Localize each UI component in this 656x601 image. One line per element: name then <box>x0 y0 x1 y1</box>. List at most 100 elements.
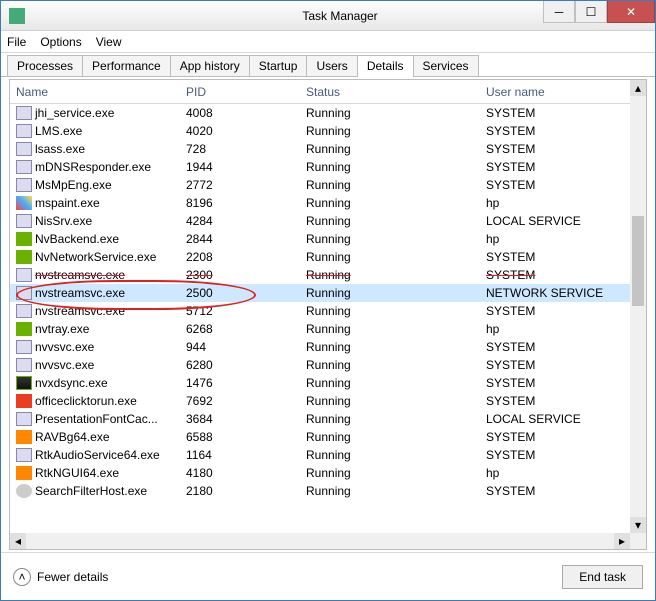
cell-status: Running <box>300 214 480 228</box>
process-icon <box>16 268 32 282</box>
process-icon <box>16 430 32 444</box>
cell-pid: 1476 <box>180 376 300 390</box>
process-icon <box>16 340 32 354</box>
process-icon <box>16 412 32 426</box>
cell-status: Running <box>300 178 480 192</box>
table-row[interactable]: officeclicktorun.exe7692RunningSYSTEM <box>10 392 630 410</box>
table-row[interactable]: nvvsvc.exe6280RunningSYSTEM <box>10 356 630 374</box>
process-icon <box>16 358 32 372</box>
table-row[interactable]: LMS.exe4020RunningSYSTEM <box>10 122 630 140</box>
tab-users[interactable]: Users <box>306 55 357 76</box>
cell-name: nvstreamsvc.exe <box>10 286 180 301</box>
tabbar: ProcessesPerformanceApp historyStartupUs… <box>1 53 655 77</box>
scroll-track-h[interactable] <box>26 533 614 549</box>
table-row[interactable]: MsMpEng.exe2772RunningSYSTEM <box>10 176 630 194</box>
table-row[interactable]: jhi_service.exe4008RunningSYSTEM <box>10 104 630 122</box>
cell-user: SYSTEM <box>480 124 630 138</box>
table-row[interactable]: lsass.exe728RunningSYSTEM <box>10 140 630 158</box>
cell-user: SYSTEM <box>480 484 630 498</box>
table-row[interactable]: SearchFilterHost.exe2180RunningSYSTEM <box>10 482 630 500</box>
table-row[interactable]: RtkAudioService64.exe1164RunningSYSTEM <box>10 446 630 464</box>
cell-pid: 5712 <box>180 304 300 318</box>
fewer-details-label: Fewer details <box>37 570 108 584</box>
table-row[interactable]: NisSrv.exe4284RunningLOCAL SERVICE <box>10 212 630 230</box>
cell-status: Running <box>300 376 480 390</box>
cell-name: nvstreamsvc.exe <box>10 304 180 319</box>
tab-processes[interactable]: Processes <box>7 55 83 76</box>
table-row[interactable]: nvvsvc.exe944RunningSYSTEM <box>10 338 630 356</box>
table-row[interactable]: RAVBg64.exe6588RunningSYSTEM <box>10 428 630 446</box>
cell-pid: 4020 <box>180 124 300 138</box>
cell-user: SYSTEM <box>480 448 630 462</box>
scroll-down-icon[interactable]: ▾ <box>630 517 646 533</box>
table-body: jhi_service.exe4008RunningSYSTEMLMS.exe4… <box>10 104 630 533</box>
cell-name: SearchFilterHost.exe <box>10 484 180 499</box>
cell-pid: 4284 <box>180 214 300 228</box>
tab-performance[interactable]: Performance <box>82 55 171 76</box>
tab-startup[interactable]: Startup <box>249 55 308 76</box>
menubar: File Options View <box>1 31 655 53</box>
scroll-track[interactable] <box>630 96 646 517</box>
cell-user: SYSTEM <box>480 160 630 174</box>
cell-user: hp <box>480 232 630 246</box>
col-name[interactable]: Name <box>10 85 180 99</box>
process-icon <box>16 322 32 336</box>
table-row[interactable]: mspaint.exe8196Runninghp <box>10 194 630 212</box>
scroll-thumb[interactable] <box>632 216 644 306</box>
cell-status: Running <box>300 358 480 372</box>
table-row[interactable]: nvstreamsvc.exe2500RunningNETWORK SERVIC… <box>10 284 630 302</box>
cell-name: NisSrv.exe <box>10 214 180 229</box>
cell-user: hp <box>480 466 630 480</box>
cell-user: SYSTEM <box>480 358 630 372</box>
cell-pid: 4008 <box>180 106 300 120</box>
window-controls: ─ ☐ ✕ <box>543 1 655 23</box>
table-row[interactable]: NvBackend.exe2844Runninghp <box>10 230 630 248</box>
tab-app-history[interactable]: App history <box>170 55 250 76</box>
minimize-button[interactable]: ─ <box>543 1 575 23</box>
scroll-left-icon[interactable]: ◂ <box>10 533 26 549</box>
fewer-details-button[interactable]: ˄ Fewer details <box>13 568 108 586</box>
table-row[interactable]: mDNSResponder.exe1944RunningSYSTEM <box>10 158 630 176</box>
table-row[interactable]: PresentationFontCac...3684RunningLOCAL S… <box>10 410 630 428</box>
cell-user: SYSTEM <box>480 250 630 264</box>
table-row[interactable]: nvstreamsvc.exe5712RunningSYSTEM <box>10 302 630 320</box>
close-button[interactable]: ✕ <box>607 1 655 23</box>
table-row[interactable]: nvxdsync.exe1476RunningSYSTEM <box>10 374 630 392</box>
cell-pid: 2772 <box>180 178 300 192</box>
scroll-up-icon[interactable]: ▴ <box>630 80 646 96</box>
table-row[interactable]: nvtray.exe6268Runninghp <box>10 320 630 338</box>
table-row[interactable]: nvstreamsvc.exe2300RunningSYSTEM <box>10 266 630 284</box>
end-task-button[interactable]: End task <box>562 565 643 589</box>
cell-user: SYSTEM <box>480 376 630 390</box>
scroll-right-icon[interactable]: ▸ <box>614 533 630 549</box>
cell-user: SYSTEM <box>480 430 630 444</box>
cell-name: nvvsvc.exe <box>10 358 180 373</box>
cell-user: SYSTEM <box>480 304 630 318</box>
tab-services[interactable]: Services <box>413 55 479 76</box>
cell-status: Running <box>300 394 480 408</box>
cell-pid: 728 <box>180 142 300 156</box>
table-row[interactable]: RtkNGUI64.exe4180Runninghp <box>10 464 630 482</box>
menu-view[interactable]: View <box>96 35 122 49</box>
cell-status: Running <box>300 196 480 210</box>
tab-details[interactable]: Details <box>357 55 414 77</box>
menu-options[interactable]: Options <box>40 35 81 49</box>
cell-name: MsMpEng.exe <box>10 178 180 193</box>
cell-user: NETWORK SERVICE <box>480 286 630 300</box>
app-icon <box>9 8 25 24</box>
process-icon <box>16 484 32 498</box>
col-user[interactable]: User name <box>480 85 646 99</box>
cell-pid: 2208 <box>180 250 300 264</box>
table-header: Name PID Status User name <box>10 80 646 104</box>
menu-file[interactable]: File <box>7 35 26 49</box>
cell-pid: 944 <box>180 340 300 354</box>
cell-name: RAVBg64.exe <box>10 430 180 445</box>
cell-status: Running <box>300 250 480 264</box>
table-row[interactable]: NvNetworkService.exe2208RunningSYSTEM <box>10 248 630 266</box>
cell-status: Running <box>300 304 480 318</box>
horizontal-scrollbar[interactable]: ◂ ▸ <box>10 533 630 549</box>
vertical-scrollbar[interactable]: ▴ ▾ <box>630 80 646 533</box>
col-status[interactable]: Status <box>300 85 480 99</box>
maximize-button[interactable]: ☐ <box>575 1 607 23</box>
col-pid[interactable]: PID <box>180 85 300 99</box>
